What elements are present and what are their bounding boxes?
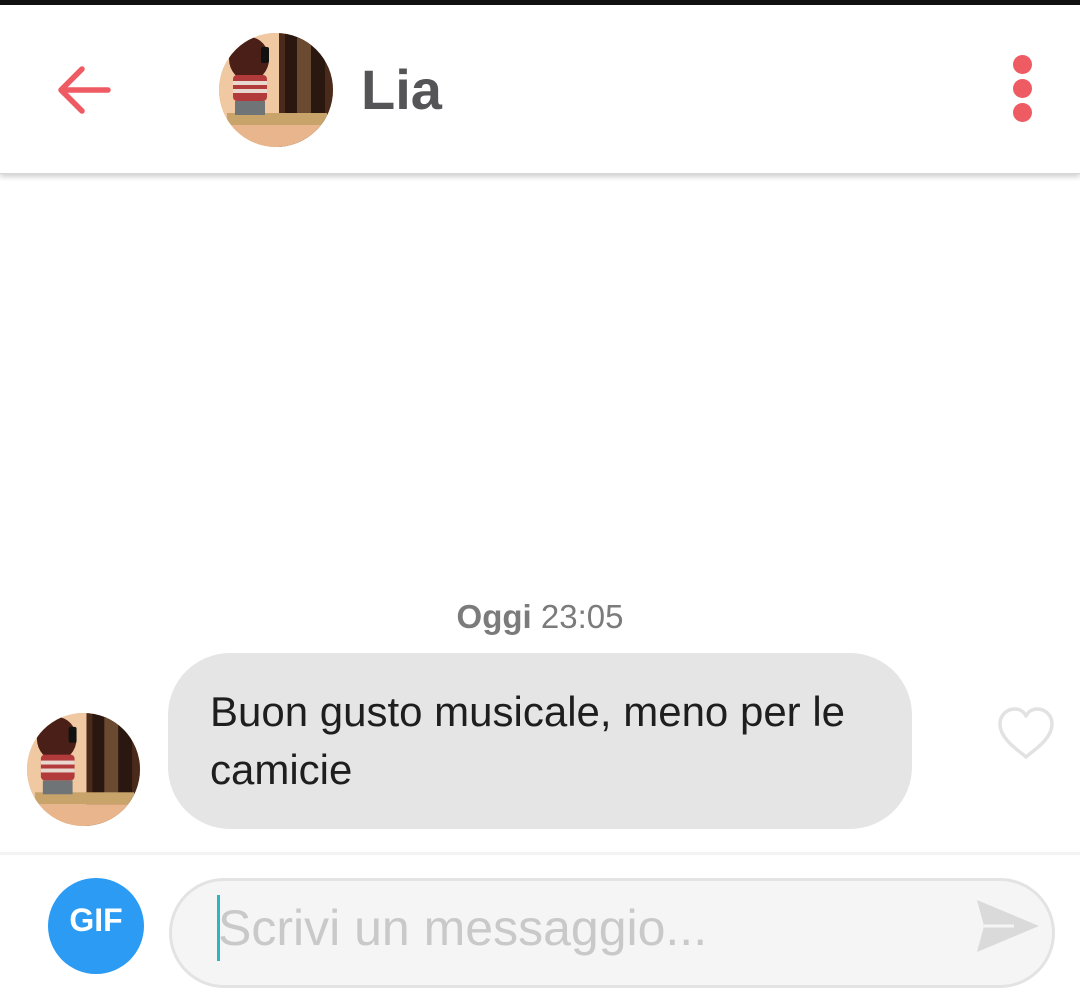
composer-divider [0,852,1080,855]
avatar-photo [219,33,333,147]
chat-header: Lia [0,5,1080,174]
heart-icon [998,707,1054,759]
message-input[interactable] [216,897,960,959]
gif-button[interactable]: GIF [48,878,144,974]
arrow-left-icon [58,66,111,114]
contact-name[interactable]: Lia [361,55,442,125]
send-icon [977,900,1039,952]
like-message-button[interactable] [996,706,1056,762]
send-button[interactable] [974,897,1042,955]
message-bubble[interactable]: Buon gusto musicale, meno per le camicie [168,653,912,829]
message-timestamp: Oggi 23:05 [0,598,1080,636]
contact-avatar[interactable] [219,33,333,147]
timestamp-day: Oggi [456,598,532,635]
timestamp-time: 23:05 [540,598,624,635]
message-field[interactable] [169,878,1055,988]
more-options-button[interactable] [1004,55,1042,131]
sender-avatar[interactable] [27,713,140,826]
back-button[interactable] [52,63,116,117]
avatar-photo [27,713,140,826]
